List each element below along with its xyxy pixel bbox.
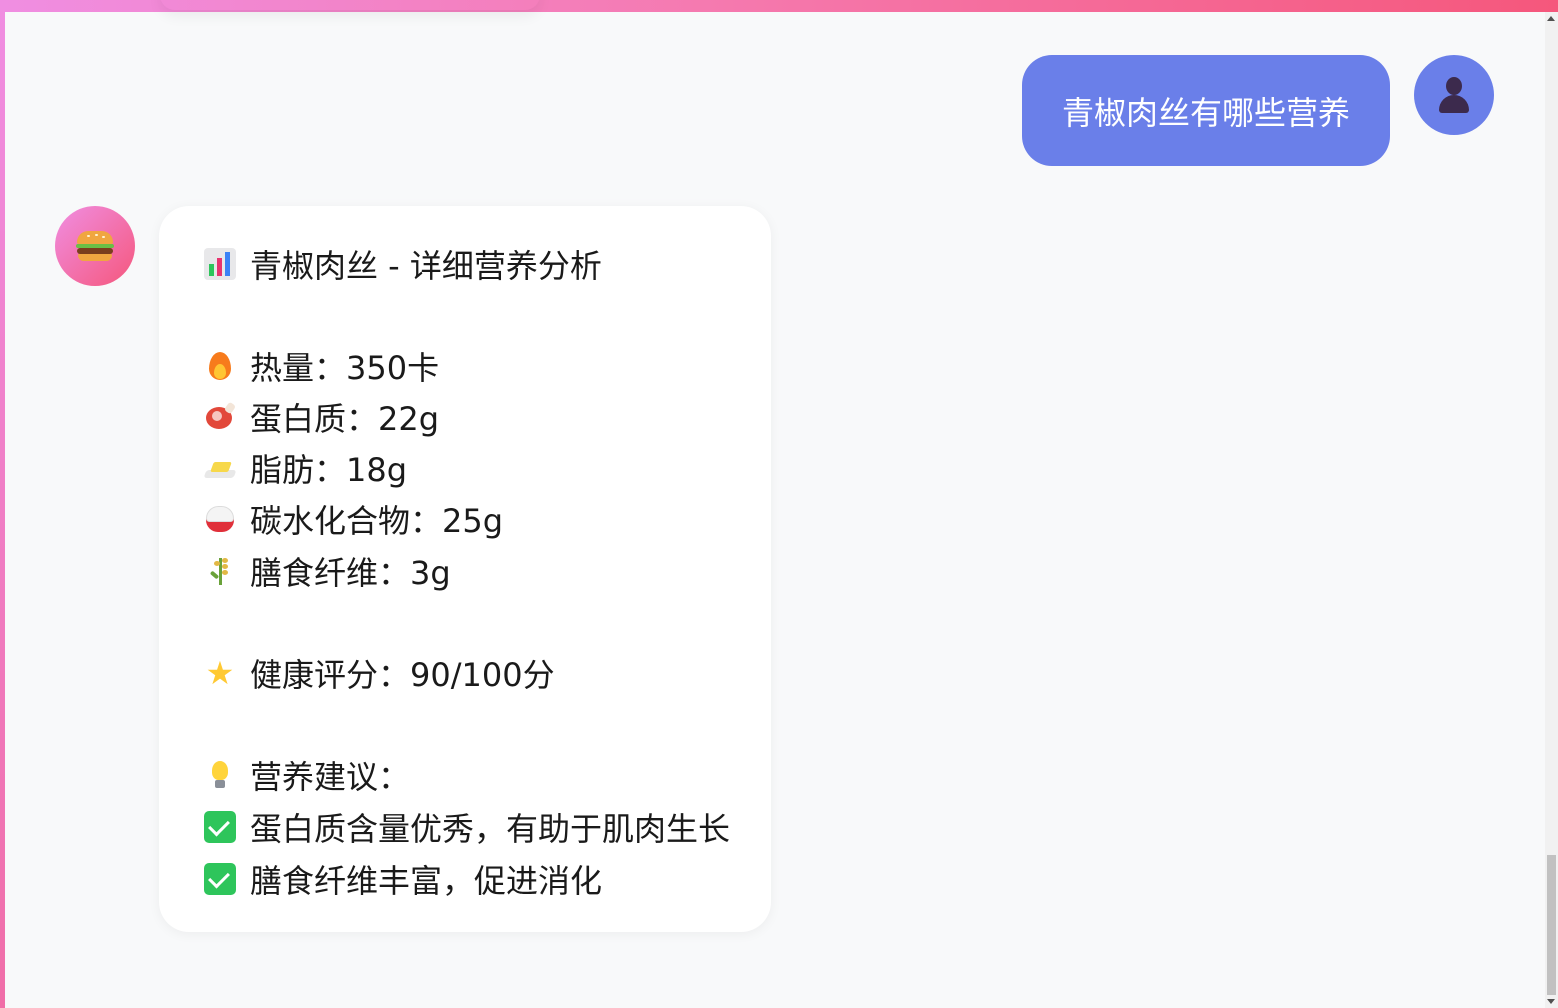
scroll-down-icon[interactable] bbox=[1547, 999, 1555, 1004]
lightbulb-icon bbox=[204, 759, 236, 791]
left-accent-bar bbox=[0, 0, 5, 1008]
user-message-text: 青椒肉丝有哪些营养 bbox=[1061, 93, 1350, 132]
check-icon bbox=[204, 811, 236, 843]
nutrient-carbs: 碳水化合物：25g bbox=[204, 499, 503, 540]
advice-title: 营养建议： bbox=[204, 755, 410, 796]
chat-window: 青椒肉丝有哪些营养 青椒肉丝 - 详细营养分析 热量：350卡 蛋白质：22g … bbox=[0, 0, 1558, 1008]
user-message-bubble: 青椒肉丝有哪些营养 bbox=[1022, 55, 1390, 166]
person-icon bbox=[1436, 75, 1472, 115]
star-icon: ★ bbox=[205, 654, 235, 692]
scrollbar-thumb[interactable] bbox=[1547, 855, 1556, 995]
nutrient-calories: 热量：350卡 bbox=[204, 346, 439, 387]
burger-icon bbox=[75, 229, 115, 263]
advice-item: 蛋白质含量优秀，有助于肌肉生长 bbox=[204, 807, 730, 848]
nutrient-fat: 脂肪：18g bbox=[203, 448, 407, 489]
advice-item: 膳食纤维丰富，促进消化 bbox=[204, 859, 602, 900]
nutrient-fiber: 膳食纤维：3g bbox=[204, 551, 451, 592]
bot-message-bubble: 青椒肉丝 - 详细营养分析 热量：350卡 蛋白质：22g 脂肪：18g 碳水化… bbox=[159, 206, 771, 932]
bot-avatar[interactable] bbox=[55, 206, 135, 286]
butter-icon bbox=[203, 452, 237, 484]
nutrient-protein: 蛋白质：22g bbox=[204, 397, 439, 438]
bar-chart-icon bbox=[204, 248, 236, 280]
analysis-title: 青椒肉丝 - 详细营养分析 bbox=[204, 244, 602, 285]
user-avatar[interactable] bbox=[1414, 55, 1494, 135]
health-score: ★ 健康评分：90/100分 bbox=[205, 654, 555, 694]
scroll-up-icon[interactable] bbox=[1547, 16, 1555, 21]
meat-icon bbox=[204, 401, 237, 433]
grain-icon bbox=[204, 555, 236, 587]
check-icon bbox=[204, 863, 236, 895]
rice-bowl-icon bbox=[204, 503, 236, 535]
fire-icon bbox=[204, 350, 236, 382]
previous-message-edge bbox=[160, 0, 540, 10]
